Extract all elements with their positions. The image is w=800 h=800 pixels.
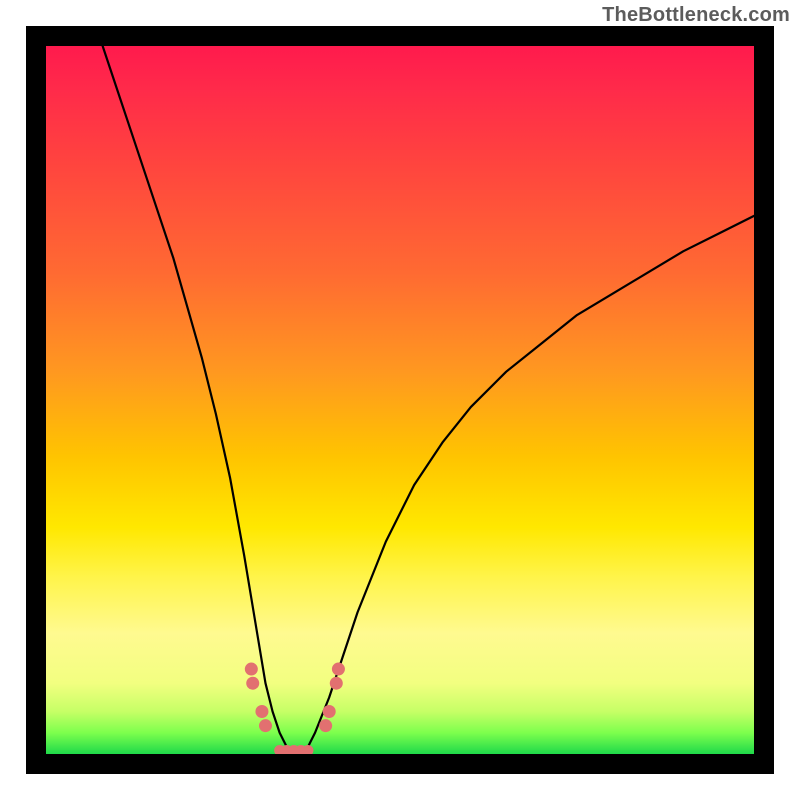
curve-bead — [255, 705, 268, 718]
chart-beads-group — [245, 663, 345, 754]
chart-svg — [46, 46, 754, 754]
bottleneck-curve-path — [103, 46, 754, 754]
curve-bead — [319, 719, 332, 732]
curve-bead — [246, 677, 259, 690]
chart-plot-area — [46, 46, 754, 754]
curve-bead — [330, 677, 343, 690]
chart-canvas: TheBottleneck.com — [0, 0, 800, 800]
curve-bead — [245, 663, 258, 676]
curve-bead — [332, 663, 345, 676]
curve-bead — [259, 719, 272, 732]
curve-bead — [323, 705, 336, 718]
watermark-text: TheBottleneck.com — [602, 4, 790, 27]
